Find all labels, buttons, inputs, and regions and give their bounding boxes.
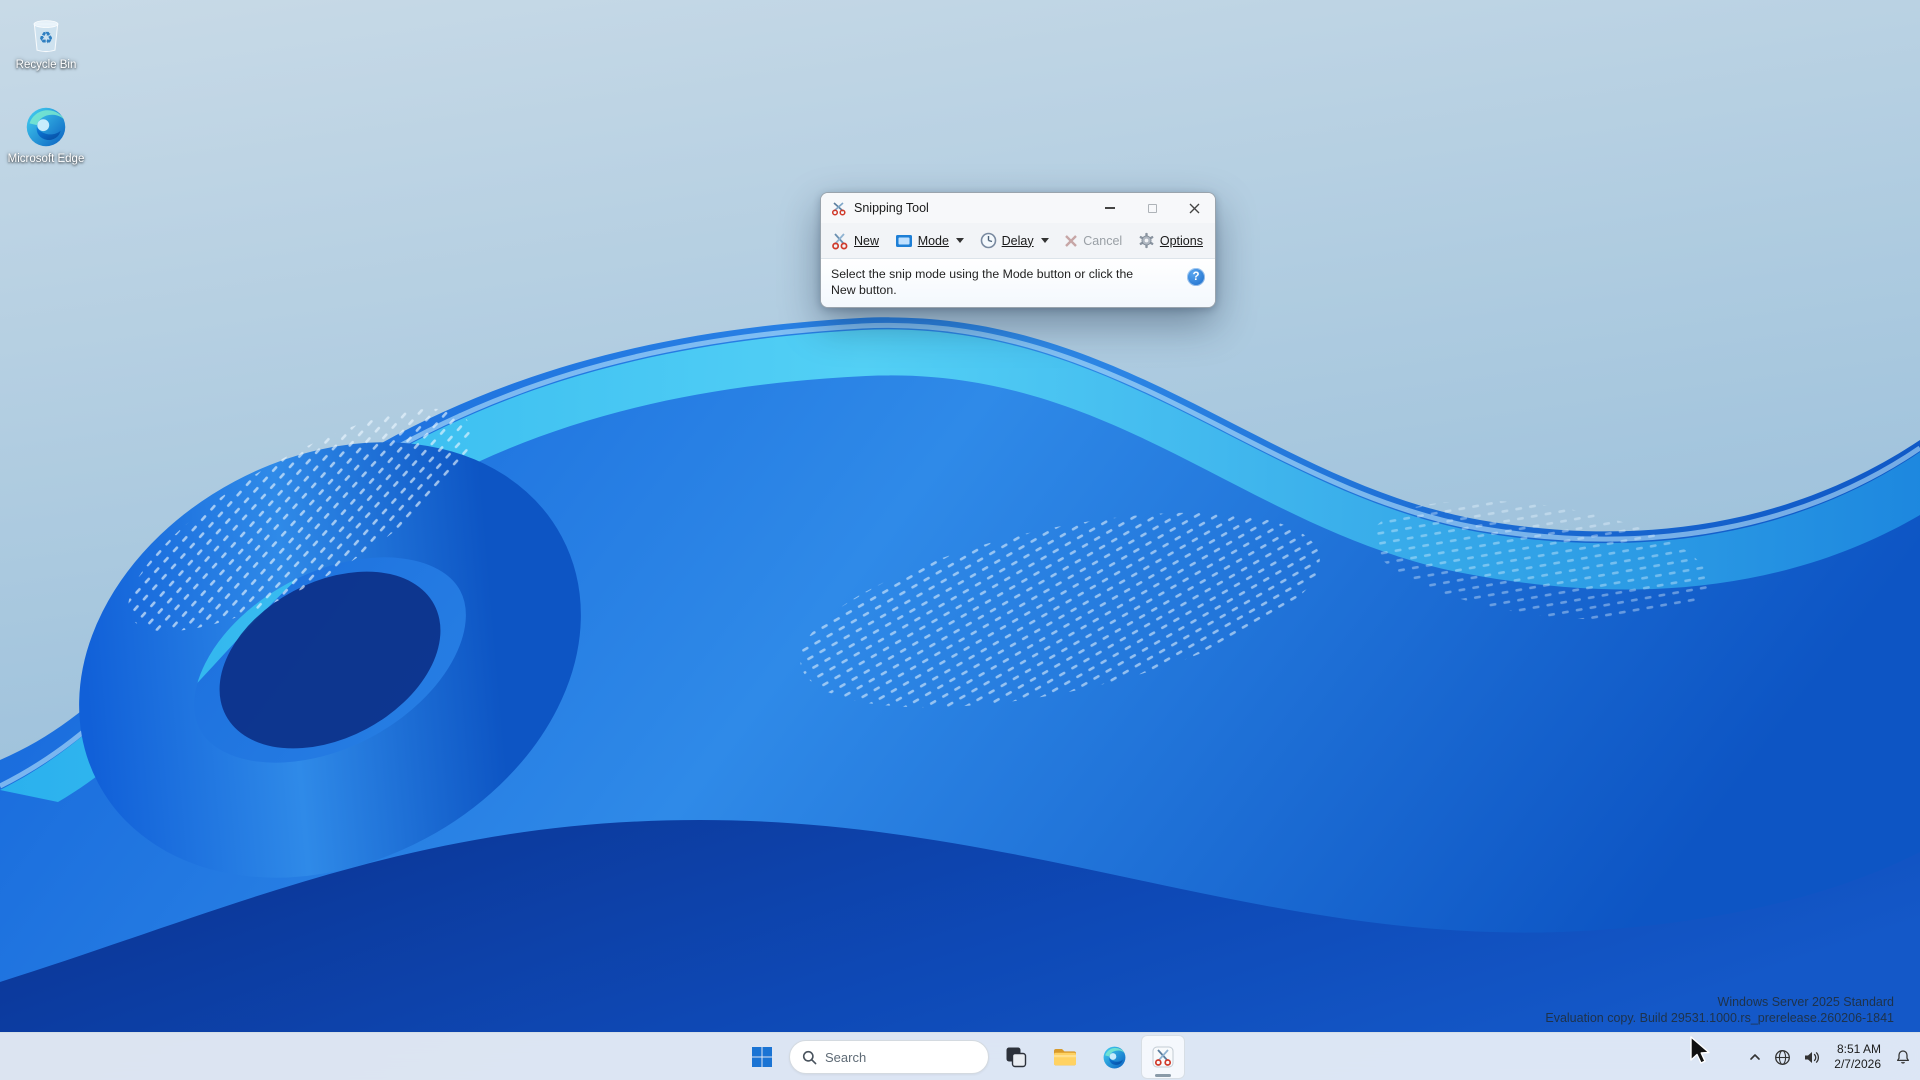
watermark-line1: Windows Server 2025 Standard	[1717, 995, 1894, 1009]
edge-button[interactable]	[1092, 1035, 1136, 1079]
snipping-tool-button[interactable]	[1141, 1035, 1185, 1079]
network-button[interactable]	[1769, 1037, 1796, 1077]
tray-date: 2/7/2026	[1834, 1057, 1881, 1071]
task-view-icon	[1006, 1047, 1027, 1068]
speaker-icon	[1805, 1051, 1820, 1063]
hidden-icons-button[interactable]	[1743, 1037, 1767, 1077]
file-explorer-icon	[1054, 1049, 1076, 1066]
network-globe-icon	[1775, 1049, 1791, 1065]
minimize-icon	[1105, 207, 1115, 209]
edge-taskbar-icon	[1103, 1046, 1125, 1068]
close-button[interactable]	[1173, 193, 1215, 223]
new-label: New	[854, 233, 880, 248]
taskbar-center-group	[740, 1033, 1185, 1080]
svg-text:♻: ♻	[39, 28, 54, 47]
desktop-icon-microsoft-edge[interactable]: Microsoft Edge	[6, 104, 86, 166]
cancel-label: Cancel	[1083, 233, 1123, 248]
delay-dropdown-caret-icon	[1040, 238, 1049, 243]
recycle-bin-icon: ♻	[23, 10, 69, 56]
maximize-icon	[1147, 203, 1157, 213]
snip-message-panel: Select the snip mode using the Mode butt…	[821, 258, 1215, 307]
options-button[interactable]: Options	[1136, 229, 1205, 252]
tray-time: 8:51 AM	[1836, 1042, 1881, 1056]
notifications-button[interactable]	[1890, 1037, 1916, 1077]
taskbar-clock[interactable]: 8:51 AM 2/7/2026	[1827, 1042, 1888, 1072]
mode-button[interactable]: Mode	[893, 230, 966, 252]
chevron-up-icon	[1750, 1054, 1761, 1060]
start-button[interactable]	[740, 1035, 784, 1079]
close-icon	[1189, 203, 1199, 213]
snipping-tool-taskbar-icon	[1152, 1046, 1174, 1068]
search-input[interactable]	[825, 1049, 965, 1065]
desktop-icon-recycle-bin[interactable]: ♻ Recycle Bin	[6, 10, 86, 72]
desktop-icon-label: Recycle Bin	[15, 59, 77, 71]
mode-label: Mode	[917, 233, 949, 248]
taskbar-search[interactable]	[789, 1040, 989, 1074]
snipping-tool-app-icon	[831, 202, 846, 216]
system-tray: 8:51 AM 2/7/2026	[1743, 1033, 1916, 1080]
desktop: ♻ Recycle Bin Microsoft Edge Windows Ser…	[0, 0, 1920, 1080]
window-title: Snipping Tool	[854, 201, 929, 215]
snip-toolbar: New Mode Delay Cancel Options	[821, 223, 1215, 258]
help-button[interactable]: ?	[1187, 268, 1205, 286]
evaluation-watermark: Windows Server 2025 Standard Evaluation …	[1545, 994, 1894, 1026]
cancel-button[interactable]: Cancel	[1062, 231, 1124, 251]
mouse-cursor	[1690, 1036, 1710, 1064]
search-icon	[802, 1050, 817, 1064]
watermark-line2: Evaluation copy. Build 29531.1000.rs_pre…	[1545, 1011, 1894, 1025]
delay-label: Delay	[1001, 233, 1034, 248]
cancel-icon	[1065, 234, 1078, 247]
desktop-icon-label: Microsoft Edge	[7, 153, 85, 165]
maximize-button[interactable]	[1131, 193, 1173, 223]
snip-message-text: Select the snip mode using the Mode butt…	[831, 267, 1134, 297]
notification-bell-icon	[1896, 1050, 1910, 1064]
windows-logo-icon	[752, 1047, 772, 1067]
snipping-tool-window: Snipping Tool New Mode Delay Cancel Opti…	[820, 192, 1216, 308]
mode-icon	[895, 234, 912, 247]
edge-icon	[23, 104, 69, 150]
taskbar: 8:51 AM 2/7/2026	[0, 1032, 1920, 1080]
file-explorer-button[interactable]	[1043, 1035, 1087, 1079]
options-gear-icon	[1139, 232, 1154, 249]
help-question-icon: ?	[1192, 271, 1200, 283]
mode-dropdown-caret-icon	[955, 238, 964, 243]
minimize-button[interactable]	[1089, 193, 1131, 223]
volume-button[interactable]	[1798, 1037, 1825, 1077]
new-snip-button[interactable]: New	[829, 229, 881, 253]
delay-clock-icon	[980, 232, 996, 249]
delay-button[interactable]: Delay	[978, 229, 1051, 252]
titlebar[interactable]: Snipping Tool	[821, 193, 1215, 223]
wallpaper-bloom	[0, 0, 1920, 1080]
task-view-button[interactable]	[994, 1035, 1038, 1079]
options-label: Options	[1159, 233, 1203, 248]
new-snip-icon	[832, 232, 848, 249]
